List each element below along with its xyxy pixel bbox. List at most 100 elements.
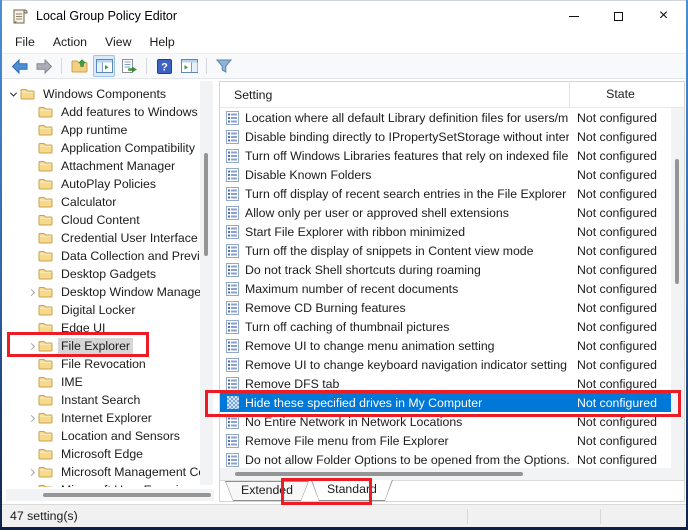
setting-row[interactable]: Remove DFS tab Not configured xyxy=(220,374,671,393)
menu-file[interactable]: File xyxy=(6,33,44,51)
list-horizontal-scrollbar[interactable] xyxy=(220,468,684,480)
setting-row[interactable]: Remove UI to change menu animation setti… xyxy=(220,336,671,355)
tree-chevron-icon[interactable] xyxy=(24,247,38,265)
tree-chevron-icon[interactable] xyxy=(24,229,38,247)
column-header-setting[interactable]: Setting xyxy=(220,88,569,102)
up-one-level-button[interactable] xyxy=(68,55,90,77)
tree-chevron-icon[interactable] xyxy=(24,445,38,463)
tree-item[interactable]: Calculator xyxy=(6,193,200,211)
tree-chevron-icon[interactable] xyxy=(24,283,38,301)
tree-item[interactable]: Internet Explorer xyxy=(6,409,200,427)
tree-item[interactable]: Cloud Content xyxy=(6,211,200,229)
tree-item[interactable]: IME xyxy=(6,373,200,391)
menu-action[interactable]: Action xyxy=(44,33,96,51)
tree-item[interactable]: Digital Locker xyxy=(6,301,200,319)
tree-chevron-icon[interactable] xyxy=(24,301,38,319)
tree-chevron-icon[interactable] xyxy=(24,139,38,157)
tab-standard[interactable]: Standard xyxy=(311,480,393,501)
tree-chevron-icon[interactable] xyxy=(24,211,38,229)
minimize-icon xyxy=(569,16,579,17)
list-horizontal-scrollbar-thumb[interactable] xyxy=(235,472,523,476)
tree-item[interactable]: Edge UI xyxy=(6,319,200,337)
tree-item-label: Instant Search xyxy=(58,392,143,408)
tree-chevron-icon[interactable] xyxy=(24,121,38,139)
column-header-state[interactable]: State xyxy=(569,82,671,107)
setting-row[interactable]: Location where all default Library defin… xyxy=(220,108,671,127)
tree-item[interactable]: Attachment Manager xyxy=(6,157,200,175)
setting-row[interactable]: Remove File menu from File Explorer Not … xyxy=(220,431,671,450)
tree-horizontal-scrollbar-thumb[interactable] xyxy=(43,493,211,497)
tree-chevron-icon[interactable] xyxy=(24,193,38,211)
tree-chevron-icon[interactable] xyxy=(24,481,38,487)
setting-row[interactable]: Hide these specified drives in My Comput… xyxy=(220,393,671,412)
setting-row[interactable]: Do not allow Folder Options to be opened… xyxy=(220,450,671,468)
tree-vertical-scrollbar-thumb[interactable] xyxy=(204,153,208,256)
list-vertical-scrollbar[interactable] xyxy=(671,108,684,468)
tree-item[interactable]: Application Compatibility xyxy=(6,139,200,157)
setting-state: Not configured xyxy=(569,358,671,372)
setting-row[interactable]: Disable binding directly to IPropertySet… xyxy=(220,127,671,146)
setting-row[interactable]: Maximum number of recent documents Not c… xyxy=(220,279,671,298)
tree-item[interactable]: Microsoft Edge xyxy=(6,445,200,463)
tree-item[interactable]: Location and Sensors xyxy=(6,427,200,445)
setting-row[interactable]: Turn off display of recent search entrie… xyxy=(220,184,671,203)
setting-row[interactable]: Turn off the display of snippets in Cont… xyxy=(220,241,671,260)
list-vertical-scrollbar-thumb[interactable] xyxy=(675,159,679,284)
setting-row[interactable]: Turn off Windows Libraries features that… xyxy=(220,146,671,165)
tree-item[interactable]: File Revocation xyxy=(6,355,200,373)
tree-item[interactable]: Desktop Window Manager xyxy=(6,283,200,301)
menu-view[interactable]: View xyxy=(96,33,140,51)
setting-state: Not configured xyxy=(569,434,671,448)
minimize-button[interactable] xyxy=(551,1,596,31)
tree-item-label: Microsoft Management Co xyxy=(58,464,200,480)
tree-horizontal-scrollbar[interactable] xyxy=(6,489,214,501)
tree-chevron-icon[interactable] xyxy=(24,409,38,427)
tree-item-label: Microsoft User Experien xyxy=(58,482,195,487)
setting-row[interactable]: Disable Known Folders Not configured xyxy=(220,165,671,184)
setting-row[interactable]: Remove UI to change keyboard navigation … xyxy=(220,355,671,374)
action-pane-toggle-button[interactable] xyxy=(178,55,200,77)
menu-help[interactable]: Help xyxy=(140,33,183,51)
forward-button[interactable] xyxy=(33,55,55,77)
tree-chevron-icon[interactable] xyxy=(24,373,38,391)
tree-item[interactable]: File Explorer xyxy=(6,337,200,355)
setting-row[interactable]: No Entire Network in Network Locations N… xyxy=(220,412,671,431)
tree-item[interactable]: Windows Components xyxy=(6,85,200,103)
tree-chevron-icon[interactable] xyxy=(24,391,38,409)
tree-item[interactable]: App runtime xyxy=(6,121,200,139)
tree-item[interactable]: Desktop Gadgets xyxy=(6,265,200,283)
tree-chevron-icon[interactable] xyxy=(6,85,20,103)
back-button[interactable] xyxy=(8,55,30,77)
tree-chevron-icon[interactable] xyxy=(24,103,38,121)
tree-item[interactable]: Credential User Interface xyxy=(6,229,200,247)
export-list-button[interactable] xyxy=(118,55,140,77)
tree-chevron-icon[interactable] xyxy=(24,427,38,445)
tree-item[interactable]: Microsoft User Experien xyxy=(6,481,200,487)
setting-row[interactable]: Start File Explorer with ribbon minimize… xyxy=(220,222,671,241)
setting-row[interactable]: Remove CD Burning features Not configure… xyxy=(220,298,671,317)
tree-item[interactable]: AutoPlay Policies xyxy=(6,175,200,193)
maximize-button[interactable] xyxy=(596,1,641,31)
setting-row[interactable]: Do not track Shell shortcuts during roam… xyxy=(220,260,671,279)
setting-row[interactable]: Turn off caching of thumbnail pictures N… xyxy=(220,317,671,336)
console-tree-toggle-button[interactable] xyxy=(93,55,115,77)
tree-item[interactable]: Microsoft Management Co xyxy=(6,463,200,481)
filter-button[interactable] xyxy=(213,55,235,77)
tree-chevron-icon[interactable] xyxy=(24,265,38,283)
tree-chevron-icon[interactable] xyxy=(24,157,38,175)
tree-item[interactable]: Data Collection and Previe xyxy=(6,247,200,265)
tree-chevron-icon[interactable] xyxy=(24,355,38,373)
settings-list-pane: Setting State Location where all default… xyxy=(219,81,685,502)
close-button[interactable]: × xyxy=(641,1,686,31)
tree-chevron-icon[interactable] xyxy=(24,175,38,193)
tree-chevron-icon[interactable] xyxy=(24,319,38,337)
tree-item[interactable]: Add features to Windows 1 xyxy=(6,103,200,121)
tree-chevron-icon[interactable] xyxy=(24,463,38,481)
tree-item[interactable]: Instant Search xyxy=(6,391,200,409)
tab-extended[interactable]: Extended xyxy=(225,481,309,501)
help-button[interactable]: ? xyxy=(153,55,175,77)
setting-row[interactable]: Allow only per user or approved shell ex… xyxy=(220,203,671,222)
tree-vertical-scrollbar[interactable] xyxy=(200,81,213,485)
setting-state: Not configured xyxy=(569,149,671,163)
tree-chevron-icon[interactable] xyxy=(24,337,38,355)
